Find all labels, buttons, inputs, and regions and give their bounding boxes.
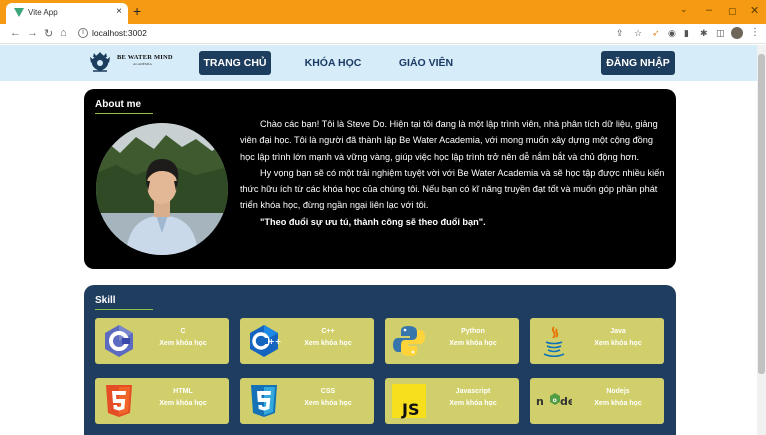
site-info-icon[interactable]: i — [78, 28, 88, 38]
skill-card-c[interactable]: C Xem khóa học — [95, 318, 229, 364]
nav-courses-link[interactable]: KHÓA HỌC — [300, 51, 366, 75]
profile-avatar[interactable] — [731, 27, 743, 39]
css3-logo-icon — [251, 385, 277, 417]
scrollbar-thumb[interactable] — [758, 54, 765, 374]
tab-title: Vite App — [28, 8, 58, 17]
skill-name: Javascript — [455, 388, 491, 395]
about-quote: "Theo đuổi sự ưu tú, thành công sẽ theo … — [260, 216, 486, 227]
view-course-link[interactable]: Xem khóa học — [574, 400, 662, 407]
skill-name: CSS — [320, 388, 336, 395]
side-panel-icon[interactable]: ◫ — [716, 28, 725, 39]
skill-card-java[interactable]: Java Xem khóa học — [530, 318, 664, 364]
reload-icon[interactable]: ↻ — [44, 27, 53, 40]
about-me-section: About me Chào các bạn! Tôi là Steve Do. … — [84, 89, 676, 269]
page-viewport: BE WATER MIND ACADEMIA TRANG CHỦ KHÓA HỌ… — [0, 45, 757, 435]
skill-card-cpp[interactable]: ++ C++ Xem khóa học — [240, 318, 374, 364]
svg-text:o: o — [553, 397, 557, 404]
window-maximize-icon[interactable]: ▢ — [728, 6, 737, 17]
view-course-link[interactable]: Xem khóa học — [574, 340, 662, 347]
login-button[interactable]: ĐĂNG NHẬP — [601, 51, 675, 75]
bookmark-star-icon[interactable]: ☆ — [634, 28, 642, 39]
skill-card-nodejs[interactable]: n o de Nodejs Xem khóa học — [530, 378, 664, 424]
home-icon[interactable]: ⌂ — [60, 27, 67, 39]
browser-tab[interactable]: Vite App × — [6, 3, 128, 24]
html5-logo-icon — [106, 385, 132, 417]
site-navbar: BE WATER MIND ACADEMIA TRANG CHỦ KHÓA HỌ… — [0, 45, 757, 81]
extensions-puzzle-icon[interactable]: ✱ — [700, 28, 708, 39]
nav-teachers-link[interactable]: GIÁO VIÊN — [393, 51, 459, 75]
tab-close-icon[interactable]: × — [116, 6, 122, 17]
svg-text:++: ++ — [268, 337, 281, 346]
cpp-logo-icon: ++ — [250, 325, 281, 357]
c-logo-icon — [105, 325, 133, 357]
url-input[interactable]: localhost:3002 — [92, 28, 147, 38]
logo-name[interactable]: BE WATER MIND — [117, 54, 173, 61]
vite-favicon-icon — [14, 8, 24, 17]
view-course-link[interactable]: Xem khóa học — [284, 340, 372, 347]
water-splash-logo-icon[interactable] — [88, 51, 112, 73]
address-bar: ← → ↻ ⌂ i localhost:3002 ⇪ ☆ ➶ ◉ ▮ ✱ ◫ ⋮ — [0, 24, 766, 44]
about-description: Chào các bạn! Tôi là Steve Do. Hiện tại … — [240, 116, 668, 230]
skill-name: C — [180, 328, 186, 335]
about-paragraph-1: Chào các bạn! Tôi là Steve Do. Hiện tại … — [240, 119, 658, 162]
python-logo-icon — [393, 326, 425, 356]
browser-titlebar: Vite App × + ⌄ – ▢ ✕ — [0, 0, 766, 24]
skill-card-javascript[interactable]: JS Javascript Xem khóa học — [385, 378, 519, 424]
about-title-underline — [95, 113, 153, 114]
view-course-link[interactable]: Xem khóa học — [139, 400, 227, 407]
nav-home-link[interactable]: TRANG CHỦ — [199, 51, 271, 75]
javascript-logo-icon: JS — [392, 384, 426, 419]
window-close-icon[interactable]: ✕ — [750, 4, 759, 17]
skill-name: Java — [610, 328, 626, 335]
skill-card-python[interactable]: Python Xem khóa học — [385, 318, 519, 364]
skill-name: Nodejs — [606, 388, 630, 395]
window-minimize-icon[interactable]: – — [706, 4, 712, 16]
skill-card-html[interactable]: HTML Xem khóa học — [95, 378, 229, 424]
extension-block-icon[interactable]: ▮ — [684, 28, 689, 39]
skill-title-underline — [95, 309, 153, 310]
skill-section: Skill C Xem khóa học ++ C++ Xem khóa học… — [84, 285, 676, 435]
svg-text:de: de — [560, 395, 572, 408]
logo-subtitle: ACADEMIA — [133, 62, 152, 66]
about-paragraph-2: Hy vọng bạn sẽ có một trải nghiệm tuyệt … — [240, 167, 665, 211]
skill-card-css[interactable]: CSS Xem khóa học — [240, 378, 374, 424]
new-tab-icon[interactable]: + — [133, 3, 141, 19]
skill-name: Python — [461, 328, 485, 335]
svg-text:n: n — [536, 395, 544, 408]
skill-title: Skill — [95, 295, 116, 306]
skill-name: C++ — [321, 328, 335, 335]
java-logo-icon — [543, 326, 565, 358]
svg-text:JS: JS — [401, 400, 419, 419]
tab-search-chevron-icon[interactable]: ⌄ — [680, 4, 688, 15]
view-course-link[interactable]: Xem khóa học — [139, 340, 227, 347]
view-course-link[interactable]: Xem khóa học — [284, 400, 372, 407]
view-course-link[interactable]: Xem khóa học — [429, 340, 517, 347]
view-course-link[interactable]: Xem khóa học — [429, 400, 517, 407]
about-title: About me — [95, 99, 142, 110]
profile-portrait — [96, 123, 228, 255]
extension-circle-icon[interactable]: ◉ — [668, 28, 676, 39]
page-scrollbar[interactable] — [757, 45, 766, 435]
forward-arrow-icon[interactable]: → — [27, 27, 38, 39]
extension-arrow-icon[interactable]: ➶ — [652, 28, 660, 39]
browser-menu-icon[interactable]: ⋮ — [750, 27, 760, 38]
skill-name: HTML — [173, 388, 193, 395]
nodejs-logo-icon: n o de — [536, 393, 572, 408]
back-arrow-icon[interactable]: ← — [10, 27, 21, 39]
share-icon[interactable]: ⇪ — [616, 28, 624, 39]
